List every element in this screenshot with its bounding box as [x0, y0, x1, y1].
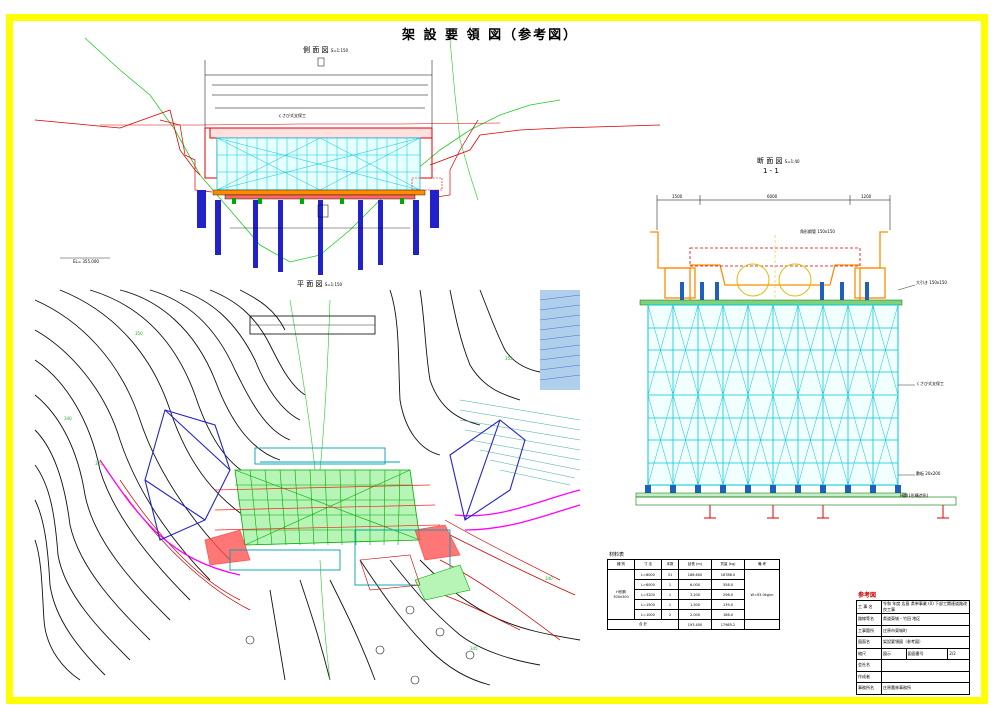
- title-block-key: 縮尺: [856, 647, 882, 660]
- table-cell: 558.0: [711, 579, 745, 590]
- table-cell: [744, 619, 780, 630]
- title-block-key: 図面番号: [905, 647, 949, 660]
- materials-remark: W=93.0kg/m: [744, 569, 780, 620]
- materials-caption: 材料表: [609, 552, 625, 558]
- materials-header: 延長 (m): [678, 559, 712, 570]
- table-cell: L=1500: [634, 599, 662, 610]
- section-support-label: くさび式支保工: [916, 381, 944, 386]
- svg-text:355: 355: [505, 356, 513, 361]
- materials-total-mass: 17985.2: [711, 619, 745, 630]
- table-cell: L=1000: [634, 609, 662, 620]
- table-cell: L=3200: [634, 589, 662, 600]
- table-cell: 186.0: [711, 609, 745, 620]
- materials-header: 備 考: [744, 559, 780, 570]
- title-block-value: 庄原市東城町: [881, 624, 970, 637]
- title-block-key: 作成者: [856, 670, 882, 683]
- table-cell: 2: [661, 609, 679, 620]
- table-cell: L=6000: [634, 569, 662, 580]
- materials-header: 種 別: [607, 559, 635, 570]
- table-row: 工事箇所 庄原市東城町: [856, 624, 970, 637]
- title-block-value: 庄原農林事務所: [881, 682, 970, 695]
- table-row: 事務所名 庄原農林事務所: [856, 682, 970, 695]
- svg-text:345: 345: [95, 461, 103, 466]
- section-view: [635, 195, 957, 519]
- table-cell: 1.500: [678, 599, 712, 610]
- support-label: くさび式支保工: [278, 113, 306, 118]
- table-cell: L=6000: [634, 579, 662, 590]
- title-block-key: 路線等名: [856, 613, 882, 626]
- section-dim-right: 1200: [861, 194, 872, 199]
- materials-header: 質量 (kg): [711, 559, 745, 570]
- table-row: 縮尺 図示 図面番号 2/2: [856, 647, 970, 660]
- title-block: 工 事 名令和 年度 広島 県単事業 (0) 下部工関連道路改良工事 路線等名県…: [856, 600, 970, 695]
- materials-total-length: 193.400: [678, 619, 712, 630]
- title-block-value: [881, 659, 970, 672]
- table-row: 作成者: [856, 670, 970, 683]
- elevation-label: EL= 355.000: [73, 259, 99, 264]
- materials-total-row: 合 計 193.400 17985.2: [607, 619, 780, 630]
- table-cell: 2.000: [678, 609, 712, 620]
- plan-view: 340 345 350 355 340 345: [34, 289, 581, 686]
- svg-text:345: 345: [470, 646, 478, 651]
- table-row: 図面名 架設要領図（参考図）: [856, 636, 970, 649]
- table-cell: 31: [661, 569, 679, 580]
- title-block-key: 工事箇所: [856, 624, 882, 637]
- table-row: 路線等名 県道東城・竹田 地区: [856, 613, 970, 626]
- materials-total-label: 合 計: [607, 619, 679, 630]
- svg-text:340: 340: [64, 416, 72, 421]
- section-view-label: 断 面 図 S=1:40: [757, 157, 800, 165]
- plan-view-label: 平 面 図 S=1:150: [297, 280, 343, 288]
- section-number: 1 - 1: [763, 167, 779, 175]
- title-block-value: 令和 年度 広島 県単事業 (0) 下部工関連道路改良工事: [881, 600, 970, 614]
- title-block-value: 県道東城・竹田 地区: [881, 613, 970, 626]
- section-top-note: 角形鋼管 150x150: [800, 229, 835, 234]
- materials-header: 本数: [661, 559, 679, 570]
- table-cell: 3.200: [678, 589, 712, 600]
- materials-table: 種 別 寸 法 本数 延長 (m) 質量 (kg) 備 考 H形鋼 300x30…: [607, 559, 780, 630]
- materials-header: 寸 法: [634, 559, 662, 570]
- title-block-value: 図示: [881, 647, 907, 660]
- table-cell: 186.600: [678, 569, 712, 580]
- section-dim-left: 1500: [672, 194, 683, 199]
- table-cell: 16786.0: [711, 569, 745, 580]
- table-cell: 1: [661, 579, 679, 590]
- section-dim-mid: 6000: [767, 194, 778, 199]
- title-block-key: 工 事 名: [856, 600, 882, 614]
- table-row: H形鋼 300x300 L=6000 31 186.600 16786.0 W=…: [607, 569, 780, 620]
- table-row: 工 事 名令和 年度 広島 県単事業 (0) 下部工関連道路改良工事: [856, 600, 970, 614]
- side-view-label: 側 面 図 S=1:150: [303, 46, 349, 54]
- table-cell: 139.0: [711, 599, 745, 610]
- materials-header-row: 種 別 寸 法 本数 延長 (m) 質量 (kg) 備 考: [607, 559, 780, 570]
- section-note-b: 敷板 20x200: [916, 471, 941, 476]
- materials-group: H形鋼 300x300: [607, 569, 635, 620]
- table-row: 会社名: [856, 659, 970, 672]
- drawing-canvas: 340 345 350 355 340 345: [34, 37, 957, 686]
- side-view: [34, 37, 661, 275]
- table-cell: 1: [661, 589, 679, 600]
- title-block-value: 2/2: [947, 647, 970, 660]
- title-block-key: 事務所名: [856, 682, 882, 695]
- svg-text:350: 350: [135, 331, 143, 336]
- svg-text:340: 340: [545, 576, 553, 581]
- title-block-value: [881, 670, 970, 683]
- bridge-deck-plan: [204, 447, 471, 601]
- title-block-header: 参考図: [858, 592, 877, 599]
- title-block-value: 架設要領図（参考図）: [881, 636, 970, 649]
- title-block-key: 会社名: [856, 659, 882, 672]
- table-cell: 6.000: [678, 579, 712, 590]
- section-note-c: H鋼(L形構造形): [900, 493, 929, 498]
- table-cell: 298.0: [711, 589, 745, 600]
- title-block-key: 図面名: [856, 636, 882, 649]
- table-cell: 1: [661, 599, 679, 610]
- section-note-a: 大引き 150x150: [916, 280, 947, 285]
